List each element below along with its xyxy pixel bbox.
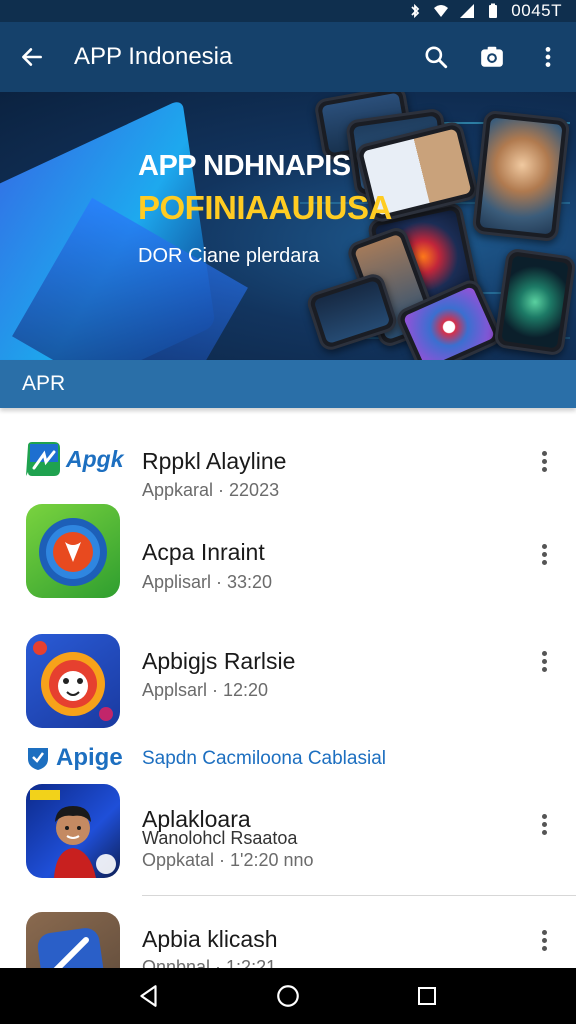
app-title: Acpa Inraint (142, 539, 265, 565)
status-bar: 0045T (0, 0, 576, 22)
category-description: Sapdn Cacmiloona Cablasial (142, 748, 386, 769)
search-button[interactable] (408, 22, 464, 92)
app-description: Wanolohcl Rsaatoa (142, 828, 298, 848)
status-time: 0045T (511, 1, 562, 20)
banner-headline: APP NDHNAPIS (138, 150, 351, 182)
more-vertical-icon (545, 47, 551, 67)
banner-headline-highlight: POFINIAAUIUSA (138, 189, 392, 226)
app-bar: APP Indonesia (0, 22, 576, 92)
app-logo-icon (26, 442, 60, 476)
app-title: Rppkl Alayline (142, 448, 287, 474)
category-brand-label: Apige (56, 744, 123, 771)
app-icon (26, 504, 120, 598)
app-icon (26, 634, 120, 728)
battery-icon (489, 3, 498, 18)
app-logo-icon (39, 518, 107, 586)
more-options-button[interactable] (530, 536, 558, 572)
app-subtitle: Applsarl · 12:20 (142, 680, 269, 700)
camera-icon (481, 46, 503, 67)
system-nav-bar (0, 968, 576, 1024)
app-subtitle: Applisarl · 33:20 (142, 572, 273, 592)
promo-banner[interactable]: APP NDHNAPIS POFINIAAUIUSA DOR Ciane ple… (0, 92, 576, 360)
signal-icon (460, 4, 475, 18)
wifi-icon (434, 5, 449, 17)
app-subtitle: Appkaral · 22023 (142, 480, 280, 500)
search-icon (425, 46, 448, 69)
banner-text: APP NDHNAPIS POFINIAAUIUSA DOR Ciane ple… (138, 150, 392, 268)
app-brand-label: Apgk (66, 445, 124, 472)
app-icon (26, 784, 120, 878)
triangle-back-icon (140, 985, 157, 1007)
more-options-button[interactable] (530, 806, 558, 842)
nav-home-button[interactable] (268, 976, 308, 1016)
category-brand[interactable]: Apige (26, 744, 123, 772)
overflow-menu-button[interactable] (520, 22, 576, 92)
page-title: APP Indonesia (74, 43, 233, 70)
nav-recents-button[interactable] (407, 976, 447, 1016)
app-subtitle: Oppkatal · 1'2:20 nno (142, 850, 314, 870)
back-button[interactable] (0, 22, 64, 92)
app-brand-logo: Apgk (24, 440, 124, 478)
bluetooth-icon (411, 3, 420, 19)
camera-button[interactable] (464, 22, 520, 92)
section-header: APR (0, 360, 576, 408)
app-logo-icon (33, 641, 113, 721)
app-title: Apbia klicash (142, 926, 278, 952)
banner-phone-image (493, 247, 576, 357)
more-options-button[interactable] (530, 643, 558, 679)
divider (142, 895, 576, 896)
shield-icon (28, 748, 48, 770)
banner-phone-image (471, 109, 571, 243)
app-title: Apbigjs Rarlsie (142, 648, 296, 674)
square-recents-icon (417, 987, 436, 1005)
more-options-button[interactable] (530, 443, 558, 479)
banner-subtitle: DOR Ciane plerdara (138, 245, 320, 267)
arrow-left-icon (22, 48, 42, 66)
circle-home-icon (277, 985, 299, 1007)
more-options-button[interactable] (530, 922, 558, 958)
app-logo-icon (30, 790, 116, 878)
nav-back-button[interactable] (129, 976, 169, 1016)
